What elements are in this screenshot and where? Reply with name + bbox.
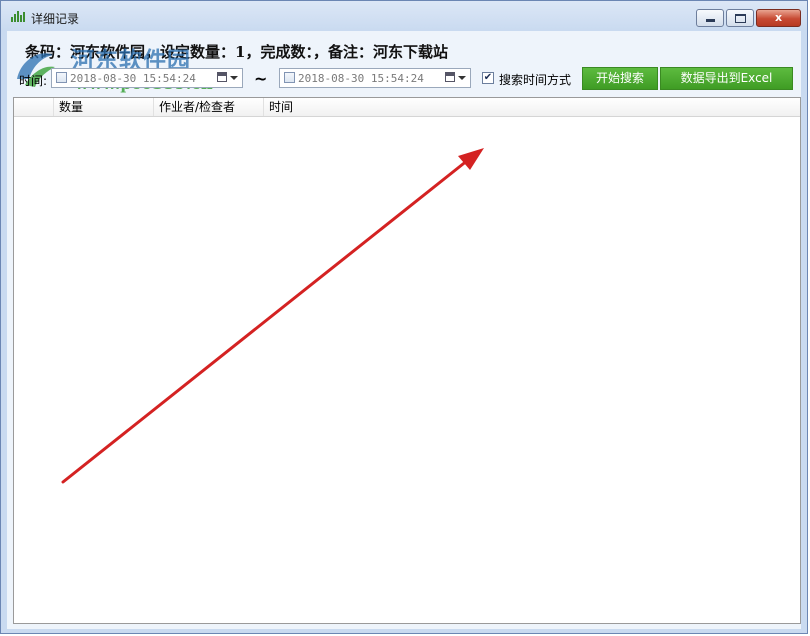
start-date-checkbox[interactable] bbox=[56, 72, 67, 83]
export-excel-button[interactable]: 数据导出到Excel bbox=[660, 67, 793, 90]
chevron-down-icon bbox=[458, 76, 466, 80]
chevron-down-icon bbox=[230, 76, 238, 80]
grid-header: 数量 作业者/检查者 时间 bbox=[14, 98, 800, 117]
end-datetime-picker[interactable]: 2018-08-30 15:54:24 bbox=[279, 68, 471, 88]
client-area: 条码：河东软件园，设定数量：1，完成数：，备注：河东下载站 河东软件园 www.… bbox=[7, 31, 801, 629]
records-grid[interactable]: 数量 作业者/检查者 时间 bbox=[13, 97, 801, 624]
column-header-row-indicator[interactable] bbox=[14, 98, 54, 116]
calendar-icon bbox=[445, 72, 455, 82]
minimize-icon bbox=[705, 19, 715, 22]
detail-records-window: 详细记录 x 条码：河东软件园，设定数量：1，完成数：，备注：河东下载站 河东软… bbox=[0, 0, 808, 634]
start-search-button[interactable]: 开始搜索 bbox=[582, 67, 658, 90]
close-icon: x bbox=[774, 11, 783, 24]
maximize-icon bbox=[734, 14, 746, 23]
app-icon bbox=[11, 10, 25, 22]
window-controls: x bbox=[694, 9, 801, 27]
search-time-mode-label: 搜索时间方式 bbox=[499, 73, 572, 87]
start-datetime-picker[interactable]: 2018-08-30 15:54:24 bbox=[51, 68, 243, 88]
maximize-button[interactable] bbox=[726, 9, 754, 27]
filter-toolbar: 时间: 2018-08-30 15:54:24 ~ 2018-08-30 15:… bbox=[7, 67, 801, 93]
start-datetime-value: 2018-08-30 15:54:24 bbox=[70, 72, 196, 85]
end-date-checkbox[interactable] bbox=[284, 72, 295, 83]
calendar-icon bbox=[217, 72, 227, 82]
column-header-time[interactable]: 时间 bbox=[264, 98, 374, 116]
close-button[interactable]: x bbox=[756, 9, 801, 27]
record-info-line: 条码：河东软件园，设定数量：1，完成数：，备注：河东下载站 bbox=[25, 43, 448, 61]
start-date-dropdown-button[interactable] bbox=[216, 71, 240, 85]
column-header-quantity[interactable]: 数量 bbox=[54, 98, 154, 116]
range-separator: ~ bbox=[254, 69, 268, 88]
checkmark-icon[interactable]: ✔ bbox=[482, 72, 494, 84]
end-datetime-value: 2018-08-30 15:54:24 bbox=[298, 72, 424, 85]
window-title: 详细记录 bbox=[31, 12, 80, 26]
time-label: 时间: bbox=[19, 74, 48, 88]
title-bar[interactable]: 详细记录 x bbox=[1, 1, 807, 31]
column-header-operator[interactable]: 作业者/检查者 bbox=[154, 98, 264, 116]
end-date-dropdown-button[interactable] bbox=[444, 71, 468, 85]
minimize-button[interactable] bbox=[696, 9, 724, 27]
